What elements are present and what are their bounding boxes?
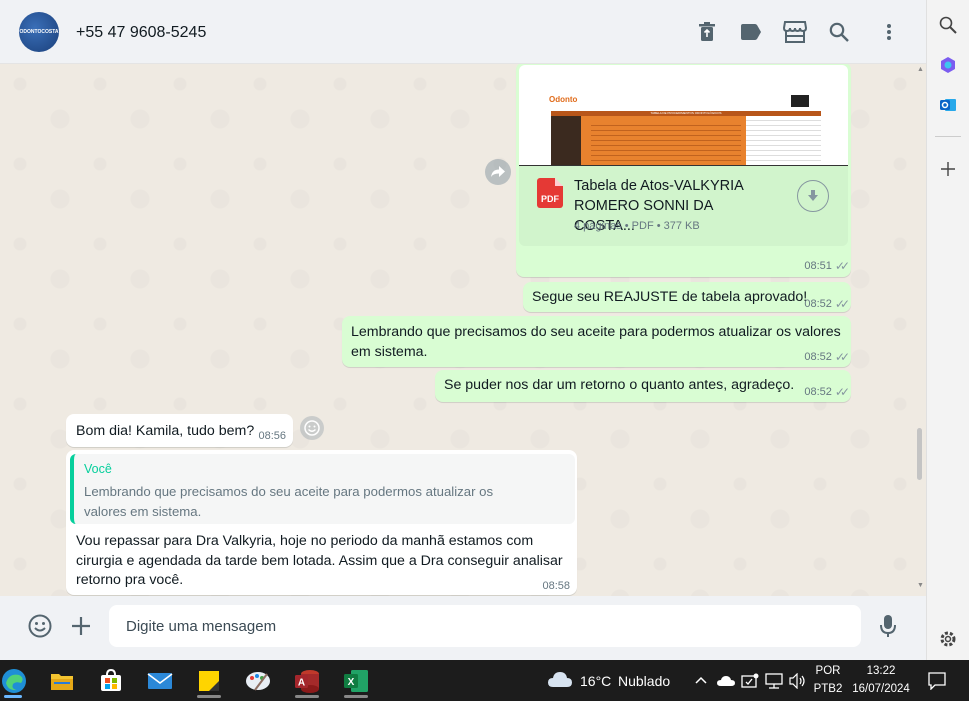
menu-icon[interactable] xyxy=(877,20,901,44)
emoji-icon[interactable] xyxy=(28,614,52,643)
document-title-line1: Tabela de Atos-VALKYRIA xyxy=(574,178,744,194)
outgoing-message[interactable]: Se puder nos dar um retorno o quanto ant… xyxy=(435,370,851,402)
microphone-icon[interactable] xyxy=(880,614,896,643)
weather-desc[interactable]: Nublado xyxy=(618,673,670,689)
outgoing-message[interactable]: Lembrando que precisamos do seu aceite p… xyxy=(342,316,851,367)
message-input-placeholder: Digite uma mensagem xyxy=(126,617,277,635)
windows-taskbar: A X 16°C Nublado POR PTB2 13:22 16/07/20… xyxy=(0,660,969,701)
forward-icon[interactable] xyxy=(485,159,511,185)
scroll-up-arrow-icon[interactable]: ▲ xyxy=(917,66,924,73)
paint-icon[interactable] xyxy=(238,664,278,698)
read-ticks-icon: ✓✓ xyxy=(834,385,850,399)
weather-cloud-icon[interactable] xyxy=(547,670,573,693)
quote-author: Você xyxy=(84,462,112,476)
scroll-down-arrow-icon[interactable]: ▼ xyxy=(917,582,924,589)
chat-area[interactable]: Odonto TABELA DE PROCEDIMENTOS ODONTOLÓG… xyxy=(0,64,926,596)
outlook-icon[interactable] xyxy=(937,94,959,116)
access-icon[interactable]: A xyxy=(287,664,327,698)
time-label: 08:52 xyxy=(804,351,832,363)
outgoing-message[interactable]: Segue seu REAJUSTE de tabela aprovado! 0… xyxy=(523,282,851,312)
sticky-notes-icon[interactable] xyxy=(189,664,229,698)
message-text: Segue seu REAJUSTE de tabela aprovado! xyxy=(532,289,808,305)
read-ticks-icon: ✓✓ xyxy=(834,350,850,364)
weather-temp[interactable]: 16°C xyxy=(580,673,611,689)
time-label: 08:52 xyxy=(804,298,832,310)
whatsapp-window: ODONTOCOSTA +55 47 9608-5245 Odonto TABE… xyxy=(0,0,926,660)
document-meta: 4 páginas • PDF • 377 KB xyxy=(574,220,700,232)
emoji-reaction-icon[interactable] xyxy=(300,416,324,440)
message-input[interactable]: Digite uma mensagem xyxy=(109,605,861,647)
read-ticks-icon: ✓✓ xyxy=(834,297,850,311)
document-preview[interactable]: Odonto TABELA DE PROCEDIMENTOS ODONTOLÓG… xyxy=(519,65,848,166)
read-ticks-icon: ✓✓ xyxy=(834,259,850,273)
sidebar-divider xyxy=(935,136,961,137)
edge-browser-icon[interactable] xyxy=(0,664,34,698)
message-text: Bom dia! Kamila, tudo bem? xyxy=(76,423,255,439)
file-explorer-icon[interactable] xyxy=(42,664,82,698)
time-label: 08:51 xyxy=(804,260,832,272)
input-language[interactable]: POR xyxy=(812,665,844,677)
preview-logo: Odonto xyxy=(549,95,578,104)
volume-icon[interactable] xyxy=(789,672,807,694)
scrollbar[interactable] xyxy=(917,428,922,480)
notification-icon[interactable] xyxy=(928,672,946,695)
preview-badge xyxy=(791,95,809,107)
excel-icon[interactable]: X xyxy=(336,664,376,698)
quote-text: Lembrando que precisamos do seu aceite p… xyxy=(84,484,494,519)
svg-text:X: X xyxy=(348,677,355,688)
pdf-icon: PDF xyxy=(537,178,563,208)
delete-icon[interactable] xyxy=(695,20,719,44)
contact-name[interactable]: +55 47 9608-5245 xyxy=(76,24,206,42)
keyboard-layout[interactable]: PTB2 xyxy=(812,683,844,695)
add-icon[interactable] xyxy=(937,158,959,180)
message-time: 08:56 xyxy=(258,430,286,442)
quoted-message[interactable]: Você Lembrando que precisamos do seu ace… xyxy=(70,454,575,524)
incoming-message[interactable]: Bom dia! Kamila, tudo bem? 08:56 xyxy=(66,414,293,447)
store-icon[interactable] xyxy=(783,20,807,44)
settings-gear-icon[interactable] xyxy=(937,628,959,650)
search-icon[interactable] xyxy=(937,14,959,36)
time-label: 08:56 xyxy=(258,430,286,442)
preview-table: TABELA DE PROCEDIMENTOS ODONTOLÓGICOS xyxy=(551,111,821,165)
message-text: Lembrando que precisamos do seu aceite p… xyxy=(351,324,841,360)
message-time: 08:52 ✓✓ xyxy=(804,350,850,364)
document-message[interactable]: Odonto TABELA DE PROCEDIMENTOS ODONTOLÓG… xyxy=(516,64,851,277)
time-label: 08:52 xyxy=(804,386,832,398)
copilot-icon[interactable] xyxy=(937,54,959,76)
attach-plus-icon[interactable] xyxy=(71,616,91,641)
incoming-reply-message[interactable]: Você Lembrando que precisamos do seu ace… xyxy=(66,450,577,595)
message-composer: Digite uma mensagem xyxy=(0,596,926,660)
message-time: 08:58 xyxy=(542,580,570,592)
avatar-text: ODONTOCOSTA xyxy=(19,29,59,35)
search-icon[interactable] xyxy=(827,20,851,44)
onedrive-icon[interactable] xyxy=(717,674,735,692)
microsoft-store-icon[interactable] xyxy=(91,664,131,698)
avatar[interactable]: ODONTOCOSTA xyxy=(19,12,59,52)
message-time: 08:52 ✓✓ xyxy=(804,297,850,311)
network-icon[interactable] xyxy=(765,673,783,694)
document-info[interactable]: PDF Tabela de Atos-VALKYRIA ROMERO SONNI… xyxy=(519,166,848,246)
clock-time[interactable]: 13:22 xyxy=(851,665,911,677)
chat-header: ODONTOCOSTA +55 47 9608-5245 xyxy=(0,0,926,64)
time-label: 08:58 xyxy=(542,580,570,592)
message-text: Se puder nos dar um retorno o quanto ant… xyxy=(444,377,795,393)
message-time: 08:52 ✓✓ xyxy=(804,385,850,399)
chevron-up-icon[interactable] xyxy=(695,673,707,687)
download-icon[interactable] xyxy=(797,180,829,212)
svg-text:A: A xyxy=(298,678,305,689)
mail-icon[interactable] xyxy=(140,664,180,698)
label-icon[interactable] xyxy=(739,20,763,44)
message-text: Vou repassar para Dra Valkyria, hoje no … xyxy=(76,533,563,588)
clock-date[interactable]: 16/07/2024 xyxy=(851,683,911,695)
browser-sidebar xyxy=(926,0,969,660)
security-icon[interactable] xyxy=(741,673,759,694)
message-time: 08:51 ✓✓ xyxy=(804,259,850,273)
